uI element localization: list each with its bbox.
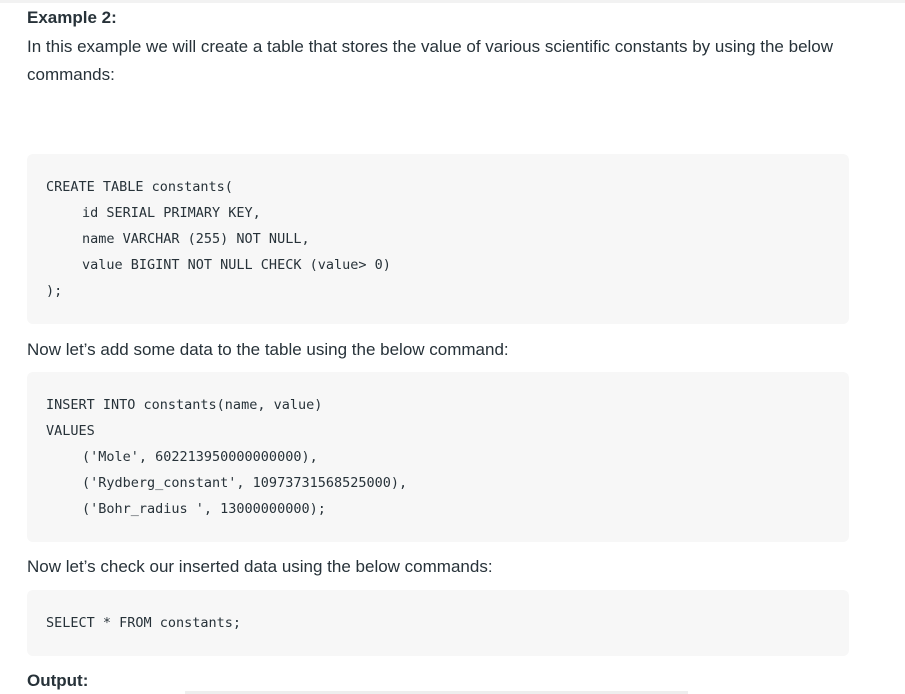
- code-line: id SERIAL PRIMARY KEY,: [82, 205, 261, 221]
- insert-code-block[interactable]: INSERT INTO constants(name, value) VALUE…: [27, 372, 849, 542]
- code-line: name VARCHAR (255) NOT NULL,: [82, 231, 310, 247]
- output-heading: Output:: [27, 671, 89, 690]
- code-line: ('Mole', 602213950000000000),: [82, 449, 318, 465]
- check-paragraph: Now let’s check our inserted data using …: [27, 557, 493, 576]
- code-line: INSERT INTO constants(name, value): [46, 397, 323, 413]
- select-code-block[interactable]: SELECT * FROM constants;: [27, 590, 849, 656]
- insert-paragraph: Now let’s add some data to the table usi…: [27, 340, 509, 359]
- code-line: );: [46, 283, 63, 299]
- create-table-code-block[interactable]: CREATE TABLE constants( id SERIAL PRIMAR…: [27, 154, 849, 324]
- code-line: SELECT * FROM constants;: [46, 615, 242, 631]
- code-line: ('Bohr_radius ', 13000000000);: [82, 501, 326, 517]
- code-line: VALUES: [46, 423, 95, 439]
- top-divider: [0, 0, 905, 3]
- code-line: value BIGINT NOT NULL CHECK (value> 0): [82, 257, 391, 273]
- intro-paragraph: In this example we will create a table t…: [27, 37, 834, 84]
- example-heading: Example 2:: [27, 8, 117, 27]
- code-line: CREATE TABLE constants(: [46, 179, 233, 195]
- code-line: ('Rydberg_constant', 10973731568525000),: [82, 475, 408, 491]
